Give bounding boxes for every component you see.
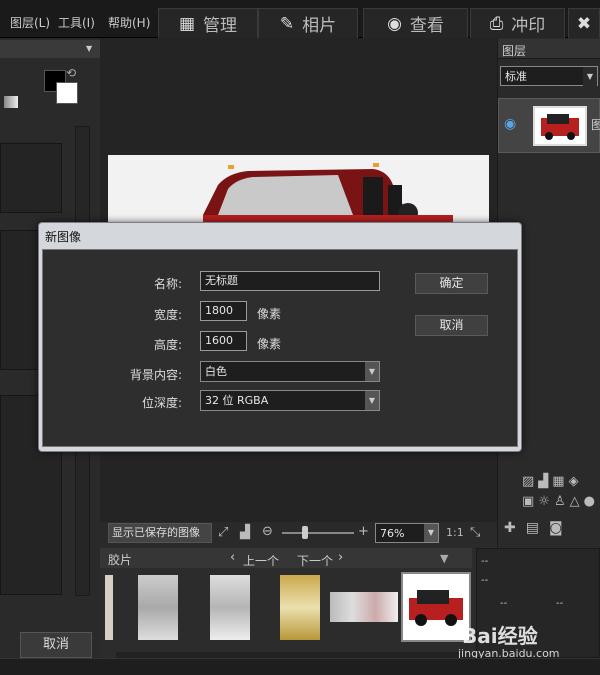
filmstrip-thumbnail[interactable]	[210, 575, 250, 640]
layer-name: 图	[591, 118, 600, 132]
height-label: 高度:	[153, 338, 182, 352]
camera-icon[interactable]: ▣	[522, 494, 538, 509]
bitdepth-select[interactable]: 32 位 RGBA ▼	[200, 390, 380, 411]
zoom-out-icon[interactable]: ⊖	[262, 524, 273, 539]
zoom-value: 76%	[380, 527, 405, 540]
sun-icon[interactable]: ☼	[538, 494, 554, 509]
filmstrip-thumbnail-selected[interactable]	[401, 572, 471, 642]
tab-manage-label: 管理	[203, 16, 238, 36]
mask-icon[interactable]: ◙	[549, 520, 573, 536]
effects-tools-row: ▣☼♙△●	[522, 494, 599, 509]
photo-edit-icon: ✎	[279, 13, 295, 34]
watermark-logo: Bai经验	[462, 624, 538, 648]
left-panel-section	[0, 143, 62, 213]
name-label: 名称:	[153, 277, 182, 291]
tab-photo-label: 相片	[302, 16, 337, 36]
filmstrip-thumbnail[interactable]	[280, 575, 320, 640]
grid-icon: ▦	[178, 13, 196, 34]
ok-button[interactable]: 确定	[415, 273, 488, 294]
filmstrip-title: 胶片	[108, 553, 133, 567]
prev-arrow-icon[interactable]: ‹	[230, 550, 235, 565]
tools-icon: ✖	[576, 13, 592, 34]
tab-print[interactable]: ⎙ 冲印	[470, 8, 565, 38]
chevron-down-icon: ▼	[365, 391, 379, 410]
next-button[interactable]: 下一个	[297, 552, 333, 569]
width-label: 宽度:	[153, 308, 182, 322]
tab-view-label: 查看	[409, 16, 444, 36]
info-value: --	[500, 598, 508, 609]
menu-help[interactable]: 帮助(H)	[108, 14, 150, 31]
info-value: --	[556, 598, 564, 609]
background-color-swatch[interactable]	[56, 82, 78, 104]
add-layer-icon[interactable]: ✚	[504, 520, 526, 536]
layers-panel-title: 图层	[502, 44, 527, 58]
tab-photo[interactable]: ✎ 相片	[258, 8, 358, 38]
blend-mode-value: 标准	[505, 70, 527, 83]
background-value: 白色	[205, 365, 227, 378]
layer-thumbnail	[533, 106, 587, 146]
histogram-tools-row: ▨▟▦◈	[522, 474, 583, 489]
visibility-eye-icon[interactable]: ◉	[504, 116, 516, 132]
next-arrow-icon[interactable]: ›	[338, 550, 343, 565]
status-bar	[0, 658, 600, 675]
name-field[interactable]: 无标题	[200, 271, 380, 291]
zoom-slider-handle[interactable]	[302, 526, 308, 539]
bitdepth-label: 位深度:	[141, 396, 182, 410]
zoom-slider[interactable]	[282, 532, 354, 534]
bitdepth-value: 32 位 RGBA	[205, 394, 269, 407]
width-unit: 像素	[257, 307, 282, 321]
left-panel-menu-icon[interactable]: ▼	[86, 44, 96, 53]
drop-icon[interactable]: ●	[584, 494, 599, 509]
chevron-down-icon: ▼	[424, 524, 438, 542]
top-menu-bar: 图层(L) 工具(I) 帮助(H) ▦ 管理 ✎ 相片 ◉ 查看 ⎙ 冲印 ✖	[0, 0, 600, 38]
blend-mode-select[interactable]: 标准 ▼	[500, 66, 598, 86]
copy-layer-icon[interactable]: ▤	[526, 520, 549, 536]
filmstrip-header	[100, 548, 472, 568]
gradient-icon[interactable]	[4, 96, 18, 108]
show-saved-image-button[interactable]: 显示已保存的图像	[108, 523, 212, 543]
actual-size-button[interactable]: 1:1	[446, 526, 464, 539]
levels-icon[interactable]: ▨	[522, 474, 538, 489]
swap-colors-icon[interactable]: ⟲	[66, 66, 76, 80]
chevron-down-icon: ▼	[583, 67, 597, 86]
tab-print-label: 冲印	[511, 16, 546, 36]
filmstrip-thumbnail[interactable]	[105, 575, 113, 640]
print-icon: ⎙	[489, 13, 504, 34]
chevron-down-icon: ▼	[365, 362, 379, 381]
filmstrip-collapse-icon[interactable]: ▼	[440, 552, 448, 565]
height-unit: 像素	[257, 337, 282, 351]
filmstrip-thumbnail[interactable]	[330, 592, 398, 622]
fit-screen-icon[interactable]: ⤢	[218, 525, 228, 540]
info-value: --	[481, 556, 489, 567]
background-select[interactable]: 白色 ▼	[200, 361, 380, 382]
width-field[interactable]: 1800	[200, 301, 247, 321]
cancel-button[interactable]: 取消	[415, 315, 488, 336]
tab-extra[interactable]: ✖	[568, 8, 600, 38]
filmstrip-thumbnail[interactable]	[138, 575, 178, 640]
layer-actions-row: ✚▤◙	[504, 520, 573, 536]
left-cancel-button[interactable]: 取消	[20, 632, 92, 658]
menu-layers[interactable]: 图层(L)	[10, 14, 50, 31]
warning-icon[interactable]: △	[570, 494, 584, 509]
expand-icon[interactable]: ⤡	[470, 525, 480, 540]
histogram-icon[interactable]: ▟	[240, 525, 250, 540]
prev-button[interactable]: 上一个	[243, 552, 279, 569]
histogram-icon[interactable]: ▟	[538, 474, 552, 489]
tab-view[interactable]: ◉ 查看	[363, 8, 468, 38]
person-icon[interactable]: ♙	[554, 494, 570, 509]
height-field[interactable]: 1600	[200, 331, 247, 351]
menu-tools[interactable]: 工具(I)	[58, 14, 95, 31]
left-panel-header	[0, 40, 100, 58]
info-value: --	[481, 575, 489, 586]
eye-icon: ◉	[387, 13, 402, 34]
hsl-icon[interactable]: ◈	[569, 474, 583, 489]
tab-manage[interactable]: ▦ 管理	[158, 8, 258, 38]
background-label: 背景内容:	[129, 368, 182, 382]
zoom-select[interactable]: 76% ▼	[375, 523, 439, 543]
zoom-in-icon[interactable]: +	[358, 524, 369, 539]
curves-icon[interactable]: ▦	[552, 474, 568, 489]
dialog-title: 新图像	[45, 230, 82, 244]
